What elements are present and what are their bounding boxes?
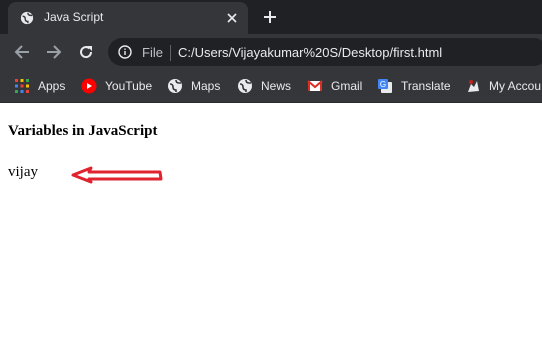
bookmark-account[interactable]: My Accou <box>465 77 541 95</box>
globe-icon <box>168 79 182 93</box>
apps-grid-icon <box>15 79 29 93</box>
back-arrow-icon[interactable] <box>12 42 32 62</box>
bookmark-label: My Accou <box>489 79 542 93</box>
bookmark-youtube[interactable]: YouTube <box>81 77 152 95</box>
page-heading: Variables in JavaScript <box>8 123 158 139</box>
bookmark-maps[interactable]: Maps <box>167 77 220 95</box>
browser-tab[interactable]: Java Script <box>8 2 248 34</box>
bookmark-label: Gmail <box>331 79 363 93</box>
browser-toolbar: File C:/Users/Vijayakumar%20S/Desktop/fi… <box>0 34 542 70</box>
bookmark-apps[interactable]: Apps <box>14 77 65 95</box>
close-icon[interactable] <box>222 8 242 28</box>
omnibox-divider <box>170 45 171 61</box>
bookmark-translate[interactable]: G Translate <box>377 77 451 95</box>
forward-arrow-icon[interactable] <box>44 42 64 62</box>
bookmark-label: YouTube <box>105 79 153 93</box>
tab-strip: Java Script <box>0 0 542 34</box>
bookmark-label: Translate <box>401 79 451 93</box>
globe-icon <box>238 79 252 93</box>
bookmark-label: Apps <box>38 79 66 93</box>
tab-title: Java Script <box>44 10 104 24</box>
bookmark-news[interactable]: News <box>237 77 291 95</box>
plus-icon[interactable] <box>260 7 280 27</box>
youtube-icon <box>81 78 97 94</box>
reload-icon[interactable] <box>76 42 96 62</box>
bookmark-gmail[interactable]: Gmail <box>307 77 362 95</box>
globe-icon <box>20 11 34 25</box>
url-scheme-label: File <box>142 45 163 60</box>
bookmark-label: Maps <box>191 79 221 93</box>
variable-output: vijay <box>8 164 38 180</box>
bookmarks-bar: Apps YouTube Maps News Gmail G Translate… <box>0 70 542 103</box>
url-text[interactable]: C:/Users/Vijayakumar%20S/Desktop/first.h… <box>178 45 442 60</box>
translate-icon: G <box>378 79 392 93</box>
gmail-icon <box>307 80 323 91</box>
info-icon[interactable] <box>118 45 132 59</box>
svg-text:G: G <box>380 80 386 89</box>
red-arrow-annotation-icon <box>71 166 163 184</box>
page-content: Variables in JavaScript vijay <box>0 103 542 340</box>
bookmark-label: News <box>261 79 292 93</box>
account-icon <box>468 80 479 92</box>
address-bar[interactable]: File C:/Users/Vijayakumar%20S/Desktop/fi… <box>108 38 542 66</box>
